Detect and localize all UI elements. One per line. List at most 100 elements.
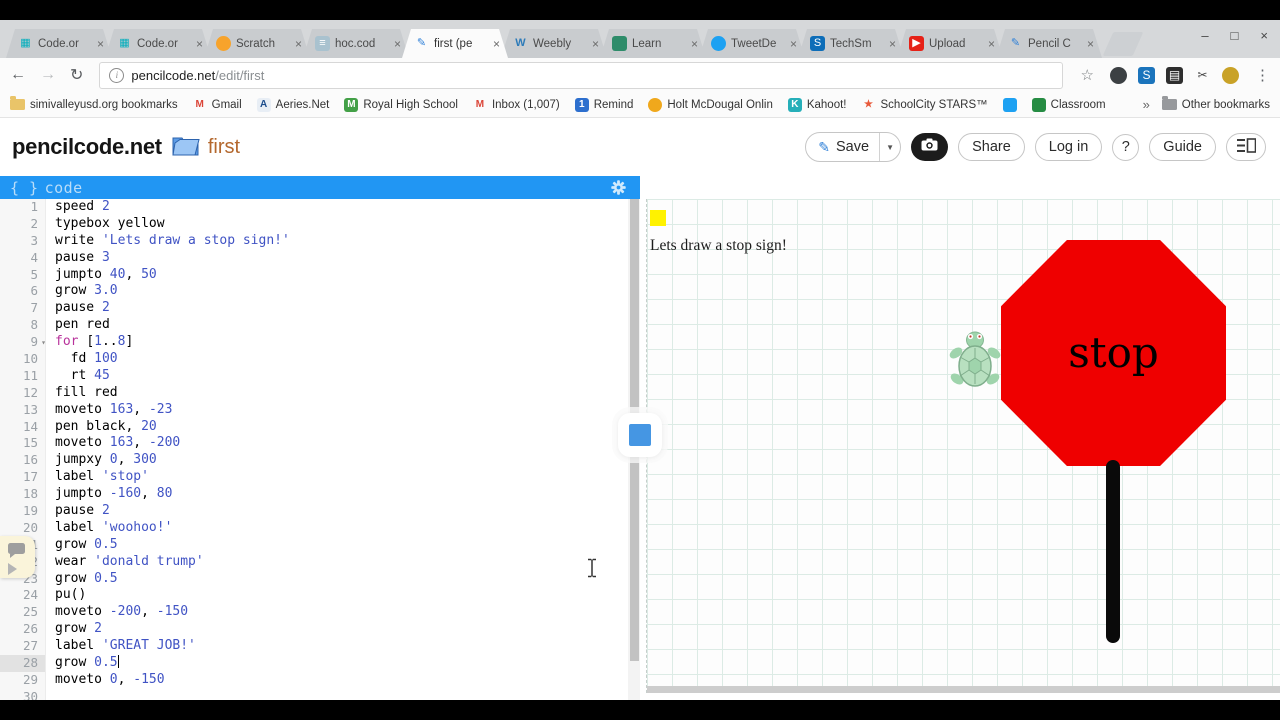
bookmarks-overflow-icon[interactable]: » [1143,97,1150,112]
panel-layout-button[interactable] [1226,133,1266,161]
browser-tab[interactable]: ≡ hoc.cod × [303,29,409,58]
bookmark-item[interactable] [1002,97,1017,112]
back-button[interactable]: ← [10,66,26,84]
minimize-button[interactable]: – [1201,28,1208,43]
tab-close-icon[interactable]: × [295,37,302,51]
code-text: typebox yellow [55,215,165,231]
tab-close-icon[interactable]: × [97,37,104,51]
tab-close-icon[interactable]: × [394,37,401,51]
code-line: 3 write 'Lets draw a stop sign!' [0,232,628,250]
tab-close-icon[interactable]: × [889,37,896,51]
maximize-button[interactable]: □ [1231,28,1239,43]
browser-tab[interactable]: ✎ first (pe × [402,29,508,58]
browser-menu-icon[interactable]: ⋮ [1255,66,1270,84]
browser-tab[interactable]: Scratch × [204,29,310,58]
code-panel-title: code [44,178,83,197]
run-button[interactable] [618,413,662,457]
bookmarks-bar: simivalleyusd.org bookmarks M Gmail A Aeries… [0,92,1280,118]
code-text: for [1..8] [55,334,134,350]
bookmark-item[interactable]: M Gmail [193,98,242,112]
tab-list: ▦ Code.or × ▦ Code.or × Scratch × ≡ hoc.cod × ✎ firs… [6,29,1095,58]
bookmark-star-icon[interactable]: ☆ [1081,66,1094,84]
tab-close-icon[interactable]: × [790,37,797,51]
browser-tab[interactable]: ✎ Pencil C × [996,29,1102,58]
bookmark-label: Kahoot! [806,98,847,111]
site-brand[interactable]: pencilcode.net [12,134,162,160]
save-label: Save [836,139,870,155]
bookmark-item[interactable]: Holt McDougal Onlin [648,97,773,112]
aeries-icon: A [256,97,271,112]
login-button[interactable]: Log in [1034,133,1103,161]
screenshot-button[interactable] [911,133,949,161]
fold-icon[interactable]: ▾ [41,335,46,352]
tab-close-icon[interactable]: × [592,37,599,51]
bookmark-item[interactable]: ★ SchoolCity STARS™ [862,98,988,112]
turtle-sprite[interactable] [949,330,1001,397]
tab-close-icon[interactable]: × [493,37,500,51]
code-line: 12 fill red [0,384,628,402]
new-tab-button[interactable] [1102,32,1144,56]
file-name[interactable]: first [208,136,240,159]
save-button[interactable]: ✎ Save [806,133,879,161]
browser-tab[interactable]: TweetDe × [699,29,805,58]
hourofcode-doc-icon: ≡ [315,36,330,51]
play-triangle-icon[interactable] [8,563,17,575]
bookmark-item[interactable]: Classroom [1031,97,1106,112]
code-text: rt 45 [55,367,110,383]
codeorg-icon: ▦ [119,37,130,49]
comment-bubble-icon[interactable] [8,543,25,558]
film-extension-icon[interactable]: ▤ [1166,66,1183,84]
tab-close-icon[interactable]: × [691,37,698,51]
code-line: 26 grow 2 [0,621,628,639]
code-text: wear 'donald trump' [55,553,204,569]
tab-close-icon[interactable]: × [988,37,995,51]
pencil-icon: ✎ [1010,37,1021,49]
code-editor[interactable]: 1 speed 2 2 typebox yellow 3 write 'Lets draw… [0,199,628,700]
other-bookmarks[interactable]: Other bookmarks [1161,96,1270,111]
browser-tab[interactable]: W Weebly × [501,29,607,58]
tab-close-icon[interactable]: × [1087,37,1094,51]
stamp-extension-icon[interactable] [1222,66,1239,84]
browser-tab[interactable]: Learn × [600,29,706,58]
bookmark-item[interactable]: A Aeries.Net [256,97,329,112]
output-scrollbar[interactable] [647,686,1280,693]
page-info-icon[interactable]: i [109,67,125,83]
share-button[interactable]: Share [958,133,1025,161]
forward-button[interactable]: → [40,66,56,84]
browser-tab[interactable]: ▶ Upload × [897,29,1003,58]
code-text: pen black, 20 [55,418,157,434]
tab-label: Code.or [137,37,178,50]
bookmark-item[interactable]: K Kahoot! [787,97,847,112]
bookmark-item[interactable]: simivalleyusd.org bookmarks [10,96,178,111]
code-line: 15 moveto 163, -200 [0,435,628,453]
dark-sphere-extension-icon[interactable] [1110,66,1127,84]
gear-icon[interactable] [611,180,626,199]
reload-button[interactable]: ↻ [70,65,83,85]
bookmark-item[interactable]: M Inbox (1,007) [473,98,560,112]
kahoot-icon: K [787,97,802,112]
browser-tab[interactable]: ▦ Code.or × [6,29,112,58]
bookmark-label: Inbox (1,007) [491,98,560,111]
help-button[interactable]: ? [1112,133,1140,161]
tab-label: Code.or [38,37,79,50]
window-close-button[interactable]: × [1260,28,1268,43]
save-dropdown-button[interactable]: ▼ [879,133,900,161]
code-line: 22wear 'donald trump' [0,553,628,571]
address-bar[interactable]: i pencilcode.net /edit/first [99,61,1063,89]
bookmark-item[interactable]: M Royal High School [344,97,458,112]
tab-close-icon[interactable]: × [196,37,203,51]
tab-label: Scratch [236,37,275,50]
tab-label: first (pe [434,37,473,50]
gmail-icon: M [195,98,204,110]
browser-tab[interactable]: S TechSm × [798,29,904,58]
code-line: 2 typebox yellow [0,215,628,233]
holt-mcdougal-icon [648,97,663,112]
bookmark-label: Remind [593,98,634,111]
bookmark-label: Gmail [211,98,242,111]
s-extension-icon[interactable]: S [1138,66,1155,84]
browser-tab[interactable]: ▦ Code.or × [105,29,211,58]
bookmark-item[interactable]: 1 Remind [574,97,634,112]
code-line: 23 grow 0.5 [0,570,628,588]
guide-button[interactable]: Guide [1149,133,1216,161]
scissors-extension-icon[interactable]: ✂ [1194,67,1211,84]
